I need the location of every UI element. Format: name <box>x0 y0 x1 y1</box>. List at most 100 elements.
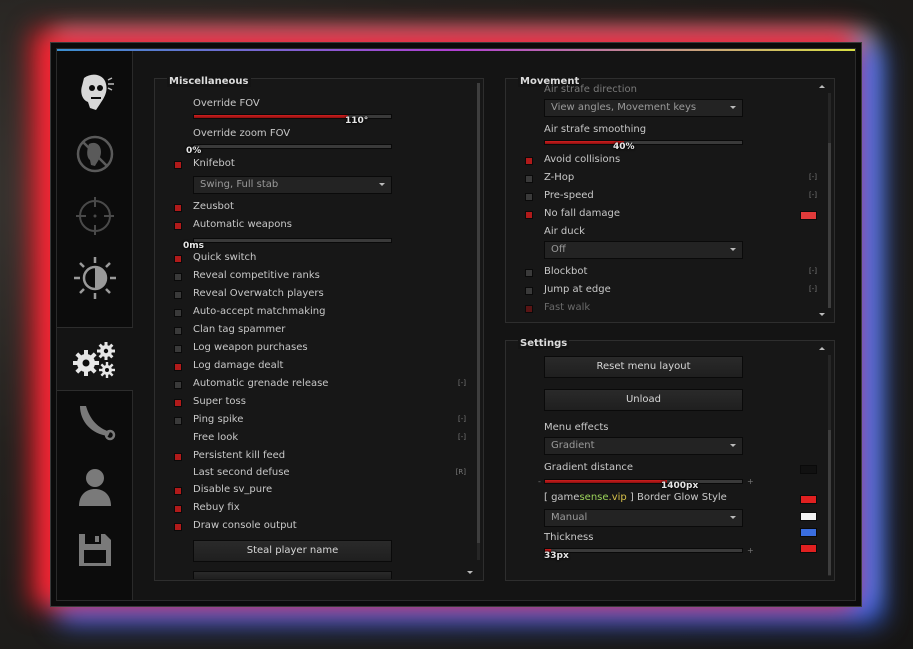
settings-scrollbar[interactable] <box>828 355 831 576</box>
chevron-down-icon[interactable] <box>819 313 825 316</box>
option-checkbox[interactable] <box>174 417 182 425</box>
option-checkbox[interactable] <box>174 327 182 335</box>
tab-config[interactable] <box>57 519 132 581</box>
tab-skins[interactable] <box>57 391 132 453</box>
blockbot-checkbox[interactable] <box>525 269 533 277</box>
tab-misc[interactable] <box>57 327 133 391</box>
option-checkbox[interactable] <box>174 291 182 299</box>
auto-weapons-delay-slider[interactable] <box>193 238 392 243</box>
gradient-distance-slider[interactable] <box>544 479 743 484</box>
list-item: Rebuy fix <box>155 502 483 516</box>
jump-at-edge-hotkey[interactable]: [-] <box>809 285 817 293</box>
menu-window: Miscellaneous Override FOV 110° Override… <box>50 42 862 607</box>
list-item: Clan tag spammer <box>155 324 483 338</box>
chevron-up-icon[interactable] <box>819 85 825 88</box>
last-second-defuse-hotkey[interactable]: [R] <box>456 468 466 476</box>
free-look-hotkey[interactable]: [-] <box>458 433 466 441</box>
option-hotkey[interactable]: [-] <box>458 379 466 387</box>
z-hop-row: Z-Hop [-] <box>506 172 834 186</box>
movement-scrollbar-thumb[interactable] <box>828 143 831 308</box>
air-strafe-smoothing-fill <box>545 141 624 144</box>
glow-color-swatch-4[interactable] <box>800 544 817 553</box>
override-fov-fill <box>194 115 348 118</box>
settings-body: Reset menu layout Unload Menu effects Gr… <box>506 341 834 580</box>
knifebot-row: Knifebot <box>155 158 483 172</box>
menu-effects-dropdown[interactable]: Gradient <box>544 437 743 455</box>
option-checkbox[interactable] <box>174 487 182 495</box>
option-label: Super toss <box>193 396 246 407</box>
option-label: Log damage dealt <box>193 360 284 371</box>
fast-walk-checkbox[interactable] <box>525 305 533 313</box>
slider-plus-icon[interactable]: + <box>747 477 754 486</box>
air-duck-label: Air duck <box>544 226 585 237</box>
option-hotkey[interactable]: [-] <box>458 415 466 423</box>
steal-player-name-button[interactable]: Steal player name <box>193 540 392 562</box>
zeusbot-checkbox[interactable] <box>174 204 182 212</box>
glow-color-swatch-1[interactable] <box>800 495 817 504</box>
chevron-up-icon[interactable] <box>819 347 825 350</box>
border-glow-sense: sense <box>579 492 609 503</box>
blockbot-hotkey[interactable]: [-] <box>809 267 817 275</box>
z-hop-checkbox[interactable] <box>525 175 533 183</box>
border-glow-row: [ gamesense.vip ] Border Glow Style <box>506 492 834 506</box>
tab-visuals[interactable] <box>57 247 132 309</box>
no-fall-damage-color-swatch[interactable] <box>800 211 817 220</box>
knifebot-checkbox[interactable] <box>174 161 182 169</box>
option-checkbox[interactable] <box>174 505 182 513</box>
next-button-partial[interactable] <box>193 571 392 579</box>
misc-scrollbar[interactable] <box>477 83 480 560</box>
option-checkbox[interactable] <box>174 363 182 371</box>
list-item: Ping spike [-] <box>155 414 483 428</box>
air-duck-dropdown[interactable]: Off <box>544 241 743 259</box>
z-hop-hotkey[interactable]: [-] <box>809 173 817 181</box>
misc-scrollbar-thumb[interactable] <box>477 83 480 543</box>
tab-ragebot[interactable] <box>57 61 132 123</box>
thickness-value: 33px <box>544 551 569 561</box>
option-checkbox[interactable] <box>174 255 182 263</box>
pre-speed-hotkey[interactable]: [-] <box>809 191 817 199</box>
no-fall-damage-row: No fall damage <box>506 208 834 222</box>
option-checkbox[interactable] <box>174 523 182 531</box>
misc-body: Override FOV 110° Override zoom FOV 0% K… <box>155 79 483 580</box>
avoid-collisions-label: Avoid collisions <box>544 154 621 165</box>
reset-menu-layout-button[interactable]: Reset menu layout <box>544 356 743 378</box>
movement-scrollbar[interactable] <box>828 93 831 308</box>
option-checkbox[interactable] <box>174 399 182 407</box>
air-duck-value: Off <box>551 244 566 255</box>
no-fall-damage-checkbox[interactable] <box>525 211 533 219</box>
unload-button[interactable]: Unload <box>544 389 743 411</box>
thickness-slider[interactable] <box>544 548 743 553</box>
chevron-down-icon[interactable] <box>467 571 473 574</box>
gradient-color-swatch[interactable] <box>800 465 817 474</box>
air-strafe-direction-value: View angles, Movement keys <box>551 102 697 113</box>
knifebot-mode-dropdown[interactable]: Swing, Full stab <box>193 176 392 194</box>
glow-color-swatch-2[interactable] <box>800 512 817 521</box>
slider-plus-icon[interactable]: + <box>747 546 754 555</box>
pre-speed-checkbox[interactable] <box>525 193 533 201</box>
gears-icon <box>73 342 115 378</box>
border-glow-style-dropdown[interactable]: Manual <box>544 509 743 527</box>
option-checkbox[interactable] <box>174 273 182 281</box>
chevron-down-icon <box>379 183 385 186</box>
air-strafe-smoothing-slider[interactable] <box>544 140 743 145</box>
air-strafe-smoothing-label: Air strafe smoothing <box>544 124 647 135</box>
avoid-collisions-checkbox[interactable] <box>525 157 533 165</box>
tab-legitbot[interactable] <box>57 185 132 247</box>
override-zoom-fov-value: 0% <box>186 146 202 156</box>
tab-players[interactable] <box>57 455 132 517</box>
slider-minus-icon[interactable]: - <box>538 477 541 486</box>
tab-anti-aim[interactable] <box>57 123 132 185</box>
option-checkbox[interactable] <box>174 381 182 389</box>
override-zoom-fov-slider[interactable] <box>193 144 392 149</box>
settings-scrollbar-thumb[interactable] <box>828 430 831 575</box>
automatic-weapons-checkbox[interactable] <box>174 222 182 230</box>
option-label: Disable sv_pure <box>193 484 273 495</box>
jump-at-edge-checkbox[interactable] <box>525 287 533 295</box>
option-checkbox[interactable] <box>174 345 182 353</box>
last-second-defuse-label: Last second defuse <box>193 467 290 478</box>
auto-weapons-delay-value: 0ms <box>183 241 204 251</box>
air-strafe-direction-dropdown[interactable]: View angles, Movement keys <box>544 99 743 117</box>
persistent-kill-feed-checkbox[interactable] <box>174 453 182 461</box>
ragebot-icon <box>80 74 114 110</box>
option-checkbox[interactable] <box>174 309 182 317</box>
